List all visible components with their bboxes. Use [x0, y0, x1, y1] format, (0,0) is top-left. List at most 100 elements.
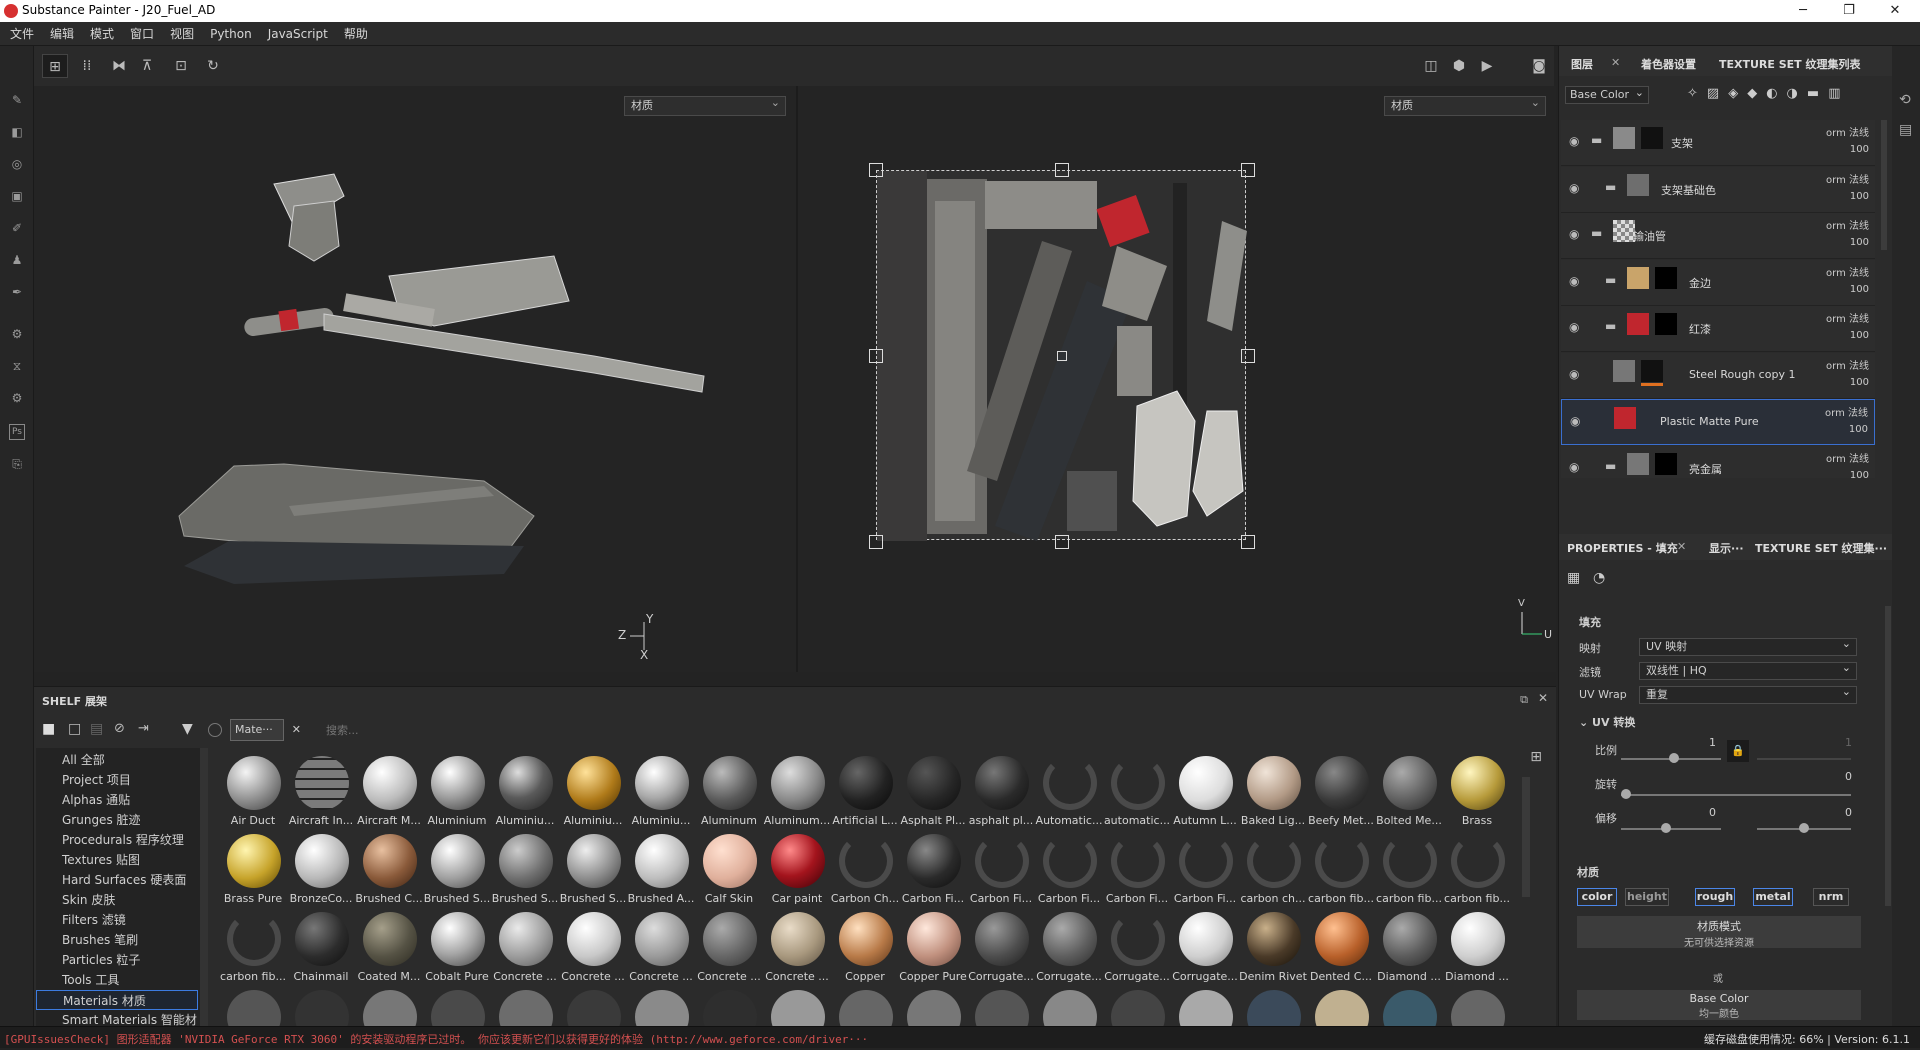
- tab-layers-close-icon[interactable]: ✕: [1611, 56, 1620, 69]
- new-group-icon[interactable]: ▬: [1807, 86, 1828, 101]
- add-layer-icon[interactable]: ◈: [1728, 86, 1747, 101]
- material-tile[interactable]: Concrete ...: [764, 908, 830, 986]
- screenshot-icon[interactable]: ◙: [1526, 54, 1552, 78]
- layer-blend-mode[interactable]: orm 法线: [1826, 217, 1869, 232]
- layer-opacity[interactable]: 100: [1850, 237, 1869, 248]
- grid-view-icon[interactable]: ⊞: [1530, 749, 1542, 765]
- transform-handle-bl[interactable]: [869, 535, 883, 549]
- folder-icon[interactable]: ▬: [1605, 459, 1616, 473]
- material-tile[interactable]: Corrugate...: [1104, 908, 1170, 986]
- base-color-button[interactable]: Base Color 均一颜色: [1577, 990, 1861, 1020]
- shelf-category-2[interactable]: Alphas 通贴: [36, 790, 198, 810]
- material-tile[interactable]: Concrete ...: [696, 908, 762, 986]
- scale-slider-track-2[interactable]: [1757, 758, 1851, 760]
- layer-mask-thumbnail[interactable]: [1641, 359, 1663, 382]
- material-tile[interactable]: [628, 986, 694, 1028]
- material-tile[interactable]: Diamond ...: [1376, 908, 1442, 986]
- material-tile[interactable]: [220, 986, 286, 1028]
- fill-layer-icon[interactable]: ◆: [1747, 86, 1766, 101]
- filter-tag-close-icon[interactable]: ✕: [292, 720, 301, 740]
- transform-handle-br[interactable]: [1241, 535, 1255, 549]
- tab-shader-settings[interactable]: 着色器设置: [1641, 56, 1696, 72]
- material-tile[interactable]: Carbon Fi...: [1104, 830, 1170, 908]
- new-folder-icon[interactable]: □: [68, 721, 81, 737]
- photoshop-icon[interactable]: Ps: [9, 424, 25, 440]
- shelf-category-10[interactable]: Particles 粒子: [36, 950, 198, 970]
- viewport-2d[interactable]: 材质 V U: [798, 86, 1556, 672]
- material-tile[interactable]: Copper Pure: [899, 908, 967, 986]
- eye-icon[interactable]: ◉: [1569, 367, 1579, 381]
- mapping-select[interactable]: UV 映射: [1639, 636, 1857, 656]
- eye-icon[interactable]: ◉: [1569, 134, 1579, 148]
- material-tile[interactable]: automatic...: [1104, 752, 1170, 830]
- shelf-scrollbar[interactable]: [1522, 777, 1530, 897]
- material-mode-button[interactable]: 材质模式 无可供选择资源: [1577, 916, 1861, 949]
- tab-layers[interactable]: 图层: [1571, 56, 1593, 72]
- filter-icon[interactable]: ▼: [182, 721, 193, 737]
- material-tile[interactable]: Carbon Fi...: [1036, 830, 1102, 908]
- material-tile[interactable]: [1104, 986, 1170, 1028]
- material-tile[interactable]: carbon fib...: [1308, 830, 1374, 908]
- shelf-category-9[interactable]: Brushes 笔刷: [36, 930, 198, 950]
- export-icon[interactable]: ⎘: [9, 456, 25, 472]
- transform-handle-r[interactable]: [1241, 349, 1255, 363]
- material-tile[interactable]: Chainmail: [288, 908, 354, 986]
- tab-texture-set-list[interactable]: TEXTURE SET 纹理集列表: [1719, 56, 1861, 72]
- material-tile[interactable]: [1036, 986, 1102, 1028]
- properties-scrollbar[interactable]: [1885, 606, 1891, 906]
- align-icon[interactable]: ⊼: [134, 54, 160, 78]
- material-tile[interactable]: Bolted Me...: [1376, 752, 1442, 830]
- layer-blend-mode[interactable]: orm 法线: [1826, 264, 1869, 279]
- layer-mask-thumbnail[interactable]: [1641, 127, 1663, 149]
- cube-view-icon[interactable]: ⬢: [1446, 54, 1472, 78]
- menu-window[interactable]: 窗口: [122, 22, 162, 46]
- measure-icon[interactable]: ⧖: [9, 358, 25, 374]
- rotate-slider-handle[interactable]: [1621, 789, 1631, 799]
- circle-filter-icon[interactable]: [208, 723, 222, 737]
- layer-item[interactable]: ◉ ▬ 支架 orm 法线 100: [1561, 120, 1875, 166]
- effect-icon[interactable]: ◐: [1766, 86, 1786, 101]
- material-tile[interactable]: [1172, 986, 1238, 1028]
- tab-display[interactable]: 显示···: [1709, 540, 1744, 556]
- material-tile[interactable]: [424, 986, 490, 1028]
- shelf-category-12[interactable]: Materials 材质: [36, 990, 198, 1010]
- material-tile[interactable]: [1240, 986, 1306, 1028]
- transform-handle-l[interactable]: [869, 349, 883, 363]
- bake-icon[interactable]: ⚙: [9, 326, 25, 342]
- viewport-3d[interactable]: 材质 Y Z X: [34, 86, 796, 672]
- material-tile[interactable]: Car paint: [764, 830, 830, 908]
- material-tile[interactable]: Denim Rivet: [1239, 908, 1307, 986]
- layer-opacity[interactable]: 100: [1850, 377, 1869, 388]
- uv-texture-area[interactable]: [869, 163, 1255, 549]
- folder-icon[interactable]: ■: [42, 721, 55, 737]
- folder-icon[interactable]: ▬: [1605, 319, 1616, 333]
- layer-item[interactable]: ◉ Plastic Matte Pure orm 法线 100: [1561, 399, 1875, 445]
- history-panel-icon[interactable]: ⟲: [1899, 92, 1911, 108]
- layer-opacity[interactable]: 100: [1850, 284, 1869, 295]
- material-tile[interactable]: [968, 986, 1034, 1028]
- menu-edit[interactable]: 编辑: [42, 22, 82, 46]
- layer-mask-thumbnail[interactable]: [1655, 266, 1677, 289]
- material-tile[interactable]: [764, 986, 830, 1028]
- material-tile[interactable]: Aluminiu...: [560, 752, 626, 830]
- menu-file[interactable]: 文件: [2, 22, 42, 46]
- delete-layer-icon[interactable]: ▥: [1828, 86, 1849, 101]
- material-tile[interactable]: BronzeCo...: [288, 830, 354, 908]
- material-tile[interactable]: Brass Pure: [220, 830, 286, 908]
- offset-slider-track-1[interactable]: [1621, 828, 1721, 830]
- material-tile[interactable]: Autumn L...: [1172, 752, 1238, 830]
- scale-slider-handle[interactable]: [1669, 753, 1679, 763]
- import-icon[interactable]: ⇥: [138, 721, 149, 736]
- material-tile[interactable]: Carbon Fi...: [900, 830, 966, 908]
- material-tile[interactable]: carbon fib...: [220, 908, 286, 986]
- menu-javascript[interactable]: JavaScript: [260, 22, 336, 46]
- camera-icon[interactable]: ▶: [1474, 54, 1500, 78]
- material-tile[interactable]: Concrete ...: [560, 908, 626, 986]
- material-tile[interactable]: [832, 986, 898, 1028]
- tab-texture-set[interactable]: TEXTURE SET 纹理集···: [1755, 540, 1887, 556]
- layout-single-icon[interactable]: ⊞: [42, 54, 68, 78]
- layer-blend-mode[interactable]: orm 法线: [1826, 171, 1869, 186]
- layer-mask-thumbnail[interactable]: [1655, 313, 1677, 335]
- material-tile[interactable]: Coated M...: [356, 908, 422, 986]
- material-tile[interactable]: Baked Lig...: [1240, 752, 1306, 830]
